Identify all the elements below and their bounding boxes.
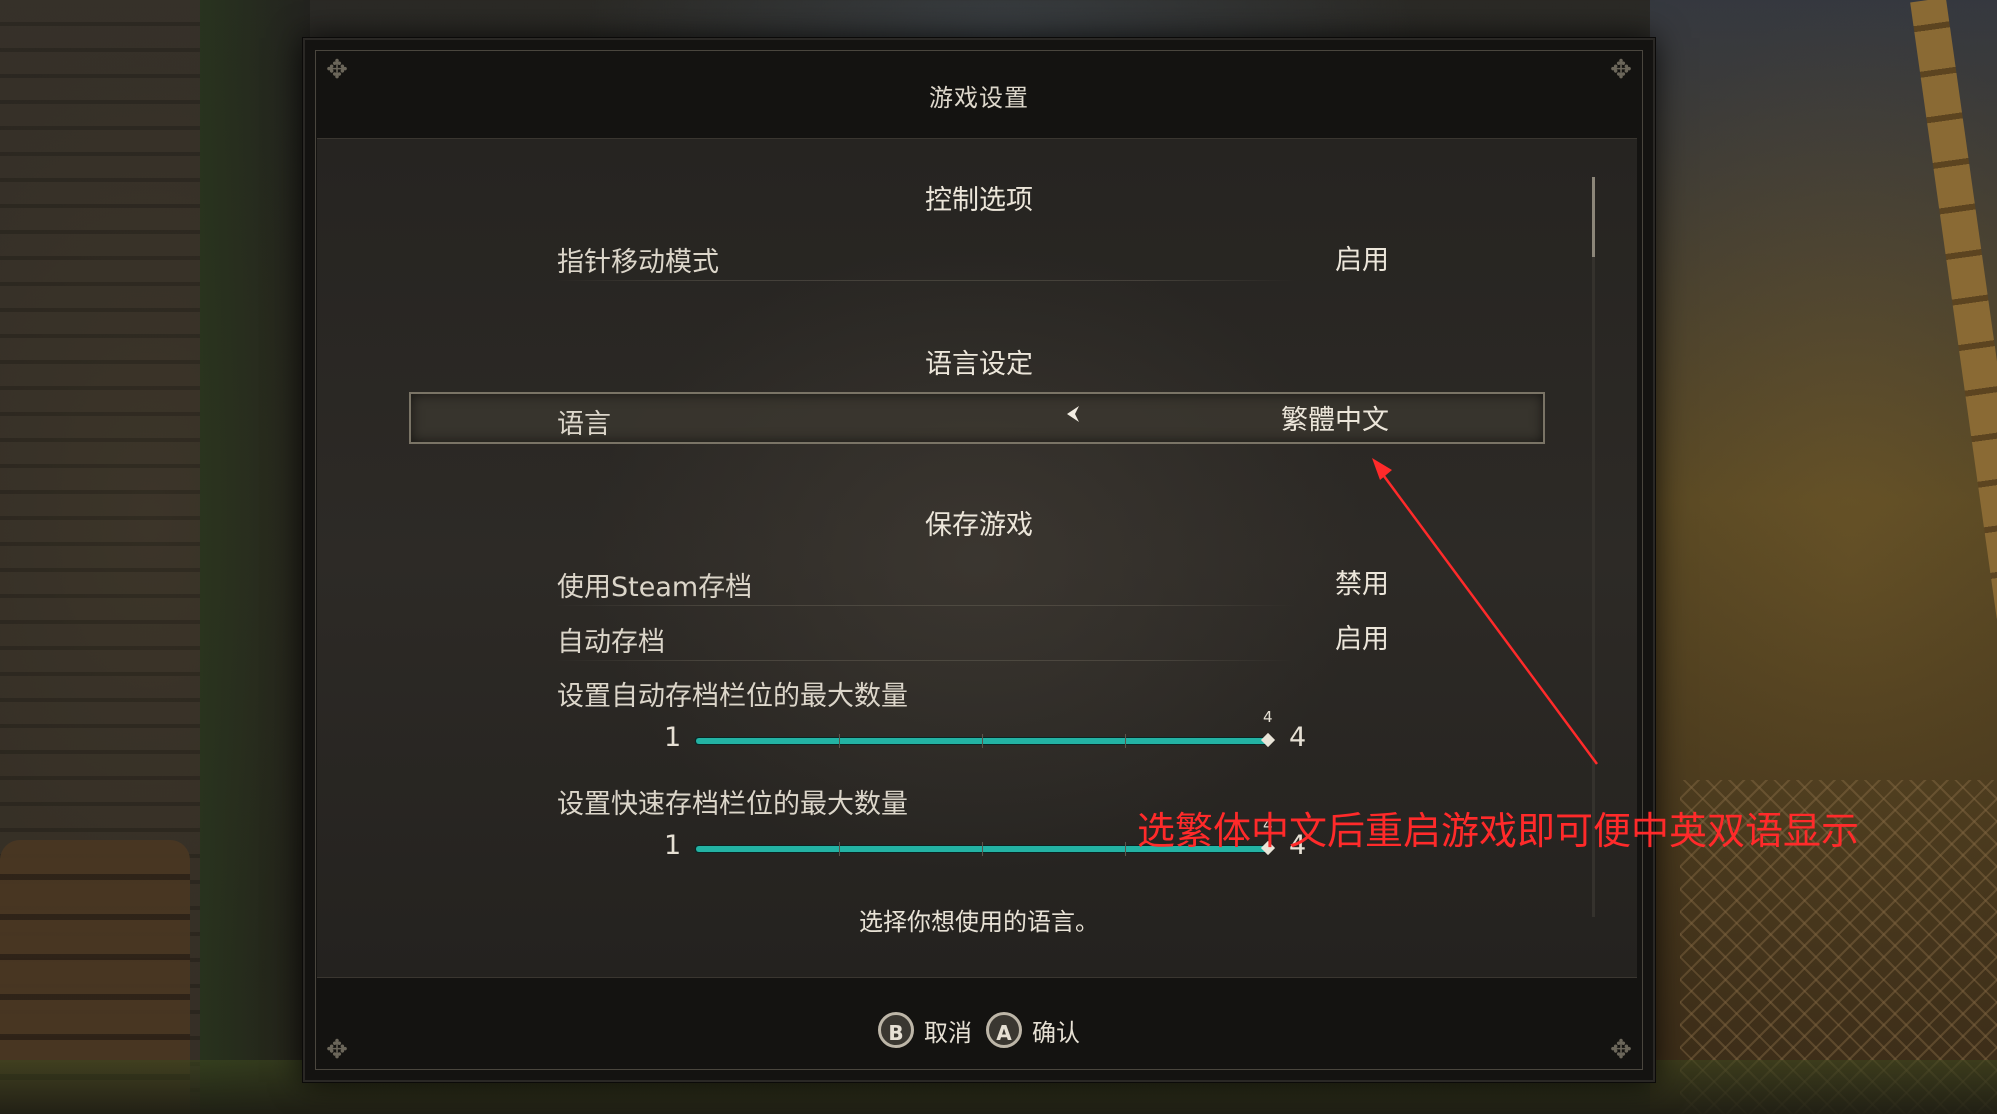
annotation-arrow: [1372, 458, 1599, 765]
annotation-text: 选繁体中文后重启游戏即可便中英双语显示: [1137, 809, 1860, 853]
